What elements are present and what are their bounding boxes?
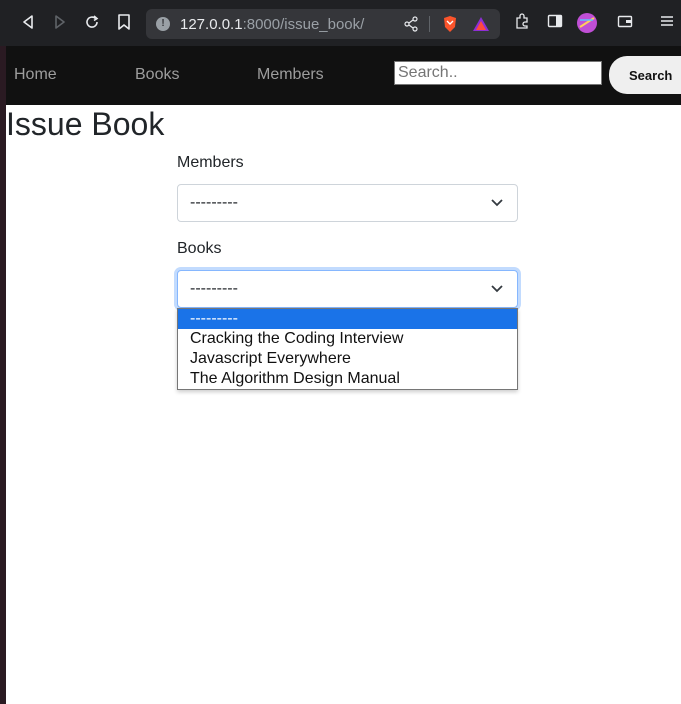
books-label: Books bbox=[177, 240, 222, 257]
brave-shield-icon[interactable] bbox=[442, 15, 458, 33]
forward-icon bbox=[55, 15, 65, 29]
members-select-value: --------- bbox=[190, 194, 238, 211]
url-text: 127.0.0.1:8000/issue_book/ bbox=[180, 16, 365, 33]
share-icon[interactable] bbox=[404, 16, 418, 32]
forward-button[interactable] bbox=[48, 10, 72, 34]
back-button[interactable] bbox=[16, 10, 40, 34]
profile-avatar-icon[interactable] bbox=[576, 12, 598, 34]
search-button[interactable]: Search bbox=[609, 56, 681, 94]
browser-toolbar: ! 127.0.0.1:8000/issue_book/ bbox=[0, 0, 681, 47]
nav-link-books[interactable]: Books bbox=[135, 66, 179, 84]
chevron-down-icon bbox=[491, 285, 503, 293]
books-option[interactable]: The Algorithm Design Manual bbox=[178, 369, 517, 389]
books-dropdown-list: --------- Cracking the Coding Interview … bbox=[177, 308, 518, 390]
books-option[interactable]: Cracking the Coding Interview bbox=[178, 329, 517, 349]
members-label: Members bbox=[177, 154, 244, 171]
books-select[interactable]: --------- bbox=[177, 270, 518, 308]
page-viewport: Home Books Members Search Issue Book Mem… bbox=[6, 46, 681, 704]
site-info-icon[interactable]: ! bbox=[156, 17, 170, 31]
books-option[interactable]: Javascript Everywhere bbox=[178, 349, 517, 369]
menu-icon[interactable] bbox=[659, 13, 675, 29]
wallet-icon[interactable] bbox=[617, 13, 633, 29]
books-option[interactable]: --------- bbox=[178, 309, 517, 329]
members-select[interactable]: --------- bbox=[177, 184, 518, 222]
search-input[interactable] bbox=[394, 61, 602, 85]
page-title: Issue Book bbox=[6, 106, 165, 142]
reload-button[interactable] bbox=[80, 10, 104, 34]
extensions-icon[interactable] bbox=[514, 13, 530, 29]
bookmark-icon bbox=[118, 14, 130, 30]
nav-link-members[interactable]: Members bbox=[257, 66, 324, 84]
sidebar-icon[interactable] bbox=[547, 13, 563, 29]
chevron-down-icon bbox=[491, 199, 503, 207]
address-divider bbox=[429, 16, 430, 32]
site-navbar: Home Books Members Search bbox=[6, 46, 681, 105]
address-bar[interactable]: ! 127.0.0.1:8000/issue_book/ bbox=[146, 9, 500, 39]
books-select-value: --------- bbox=[190, 280, 238, 297]
reload-icon bbox=[86, 15, 99, 28]
brave-rewards-icon[interactable] bbox=[472, 15, 490, 33]
back-icon bbox=[23, 15, 33, 29]
bookmark-button[interactable] bbox=[112, 10, 136, 34]
nav-link-home[interactable]: Home bbox=[14, 66, 57, 84]
